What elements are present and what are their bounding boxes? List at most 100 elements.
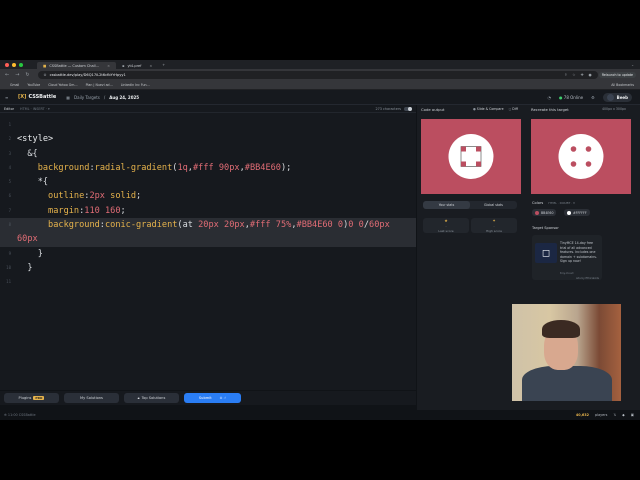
code-text: outline:2px solid; — [48, 191, 142, 202]
code-line[interactable]: 6 outline:2px solid; — [0, 189, 416, 203]
code-line[interactable]: 3 &{ — [0, 147, 416, 161]
status-left: ⊕ 11:00 CSSBattle — [4, 413, 36, 417]
slide-compare-label[interactable]: Slide & Compare — [477, 107, 504, 111]
code-output-label: Code output — [421, 107, 445, 112]
new-tab-button[interactable]: + — [162, 63, 165, 67]
code-line[interactable]: 5 *{ — [0, 175, 416, 189]
username: Beeb — [616, 94, 628, 100]
webcam-overlay — [512, 304, 621, 401]
breadcrumb-date[interactable]: Aug 24, 2025 — [109, 95, 139, 100]
output-header: Code output — [421, 107, 444, 112]
character-count: 273 characters — [375, 106, 401, 111]
bookmark-item[interactable]: Plan | Nuevi ad… — [86, 83, 113, 87]
code-line[interactable]: 7 margin:110 160; — [0, 204, 416, 218]
bookmark-item[interactable]: Gmail — [10, 83, 19, 87]
share-icon[interactable]: ⇪ — [564, 73, 567, 77]
code-line[interactable]: 11 — [0, 275, 416, 289]
screen-frame: ■ CSSBattle — Custom Chall… × ▪ yt4-pref… — [0, 60, 640, 420]
pro-badge: PRO — [33, 396, 45, 400]
code-line[interactable]: 60px — [0, 232, 416, 247]
target-preview — [531, 119, 631, 194]
line-number: 4 — [8, 164, 11, 170]
logo-mark-icon: [X] — [18, 94, 27, 100]
line-number: 9 — [8, 250, 11, 256]
plugins-button[interactable]: Plugins PRO — [4, 393, 59, 403]
user-menu[interactable]: Beeb — [602, 92, 632, 102]
back-arrow-icon[interactable]: ← — [5, 72, 9, 78]
bookmark-item[interactable]: Cloud Yahoo Gm… — [48, 83, 77, 87]
code-line[interactable]: 10 } — [0, 261, 416, 275]
app-header: ≡ [X] CSSBattle ▦ Daily Targets / Aug 24… — [0, 90, 640, 105]
my-solutions-button[interactable]: My Solutions — [64, 393, 119, 403]
top-solutions-button[interactable]: 🔒︎ Top Solutions — [124, 393, 179, 403]
bookmark-item[interactable]: YouTube — [27, 83, 40, 87]
sponsor-ads-label[interactable]: Ads by EthicalAds — [576, 277, 599, 280]
code-output-preview[interactable] — [421, 119, 521, 194]
autosave-toggle[interactable] — [404, 106, 412, 111]
code-text: margin:110 160; — [48, 205, 126, 216]
code-line[interactable]: 8 background:conic-gradient(at 20px 20px… — [0, 218, 416, 233]
relaunch-button[interactable]: Relaunch to update — [598, 72, 636, 78]
address-bar[interactable]: ⊜ cssbattle.dev/play/D6Q17iL2t6cfbYrHpyy… — [37, 71, 598, 79]
forward-arrow-icon[interactable]: → — [15, 72, 19, 78]
star-icon: ★ — [444, 218, 448, 223]
tab-label: yt4-pref — [127, 63, 142, 68]
tab-global-stats[interactable]: Global stats — [470, 201, 517, 209]
code-line[interactable]: 2 <style> — [0, 132, 416, 146]
cssbattle-logo[interactable]: [X] CSSBattle — [18, 94, 56, 100]
minimize-window-button[interactable] — [12, 62, 16, 67]
site-info-icon[interactable]: ⊜ — [44, 73, 47, 77]
twitter-icon[interactable]: 𝕏 — [613, 413, 616, 417]
tab-your-stats[interactable]: Your stats — [423, 201, 470, 209]
trophy-icon: ✦ — [492, 218, 496, 223]
bookmarks-bar: Gmail YouTube Cloud Yahoo Gm… Plan | Nue… — [0, 81, 640, 90]
line-number: 6 — [8, 193, 11, 199]
output-white-circle — [448, 134, 494, 179]
reload-icon[interactable]: ↻ — [25, 72, 29, 78]
close-tab-icon[interactable]: × — [149, 64, 152, 68]
editor-header: Editor HTML · INSERT · ▾ 273 characters — [0, 105, 416, 113]
target-header: Recreate this target — [531, 107, 569, 112]
line-number: 8 — [8, 222, 11, 228]
extension-puzzle-icon[interactable]: ✚ — [580, 73, 583, 77]
colors-format[interactable]: HTML · DOUBT · ▾ — [548, 201, 574, 205]
close-tab-icon[interactable]: × — [107, 64, 110, 68]
browser-tab-cssbattle[interactable]: ■ CSSBattle — Custom Chall… × — [37, 62, 117, 69]
output-square — [461, 146, 466, 152]
breadcrumb-daily-targets[interactable]: Daily Targets — [74, 95, 100, 100]
color-hex: #FFFFFF — [573, 210, 587, 215]
code-line[interactable]: 9 } — [0, 247, 416, 261]
diff-label[interactable]: Diff — [512, 107, 518, 111]
code-line[interactable]: 1 — [0, 118, 416, 132]
store-icon[interactable]: ▣ — [631, 413, 634, 417]
color-chip-ffffff[interactable]: #FFFFFF — [564, 209, 590, 216]
code-editor-pane: Editor HTML · INSERT · ▾ 273 characters … — [0, 105, 416, 390]
settings-gear-icon[interactable]: ⚙ — [591, 95, 595, 100]
code-area[interactable]: 1 2 <style> 3 &{4 background:radial-gradien… — [0, 118, 416, 290]
sponsor-domain: tiny.cloud — [560, 271, 574, 275]
notification-bell-icon[interactable]: ◔ — [548, 95, 552, 100]
colors-header: Colors HTML · DOUBT · ▾ — [532, 201, 575, 205]
tab-search-icon[interactable]: ⌄ — [631, 63, 634, 67]
all-bookmarks-button[interactable]: All Bookmarks — [611, 83, 634, 87]
menu-icon[interactable]: ≡ — [5, 95, 8, 100]
editor-mode[interactable]: HTML · INSERT · ▾ — [20, 107, 50, 111]
bookmark-item[interactable]: LinkedIn Inc Fun… — [121, 83, 150, 87]
code-line[interactable]: 4 background:radial-gradient(1q,#fff 90p… — [0, 161, 416, 175]
webcam-person-shirt — [522, 366, 612, 401]
color-chip-bb4e60[interactable]: BB4E60 — [532, 209, 557, 216]
logo-text: CSSBattle — [28, 94, 57, 100]
window-controls — [5, 62, 23, 67]
close-window-button[interactable] — [5, 62, 9, 67]
profile-icon[interactable]: ● — [588, 73, 591, 77]
breadcrumb: ▦ Daily Targets / Aug 24, 2025 — [66, 95, 139, 100]
output-render — [448, 134, 494, 179]
bookmark-star-icon[interactable]: ☆ — [572, 73, 575, 77]
target-label: Recreate this target — [531, 107, 569, 112]
maximize-window-button[interactable] — [19, 62, 23, 67]
discord-icon[interactable]: ◆ — [622, 413, 625, 417]
high-score-label: High score — [486, 229, 502, 233]
sponsor-card[interactable]: ◻ TinyMCE 14-day free trial of all advan… — [532, 235, 602, 280]
browser-tab-yt4[interactable]: ▪ yt4-pref × — [116, 62, 158, 69]
submit-button[interactable]: Submit ⌘ ⏎ — [184, 393, 241, 403]
